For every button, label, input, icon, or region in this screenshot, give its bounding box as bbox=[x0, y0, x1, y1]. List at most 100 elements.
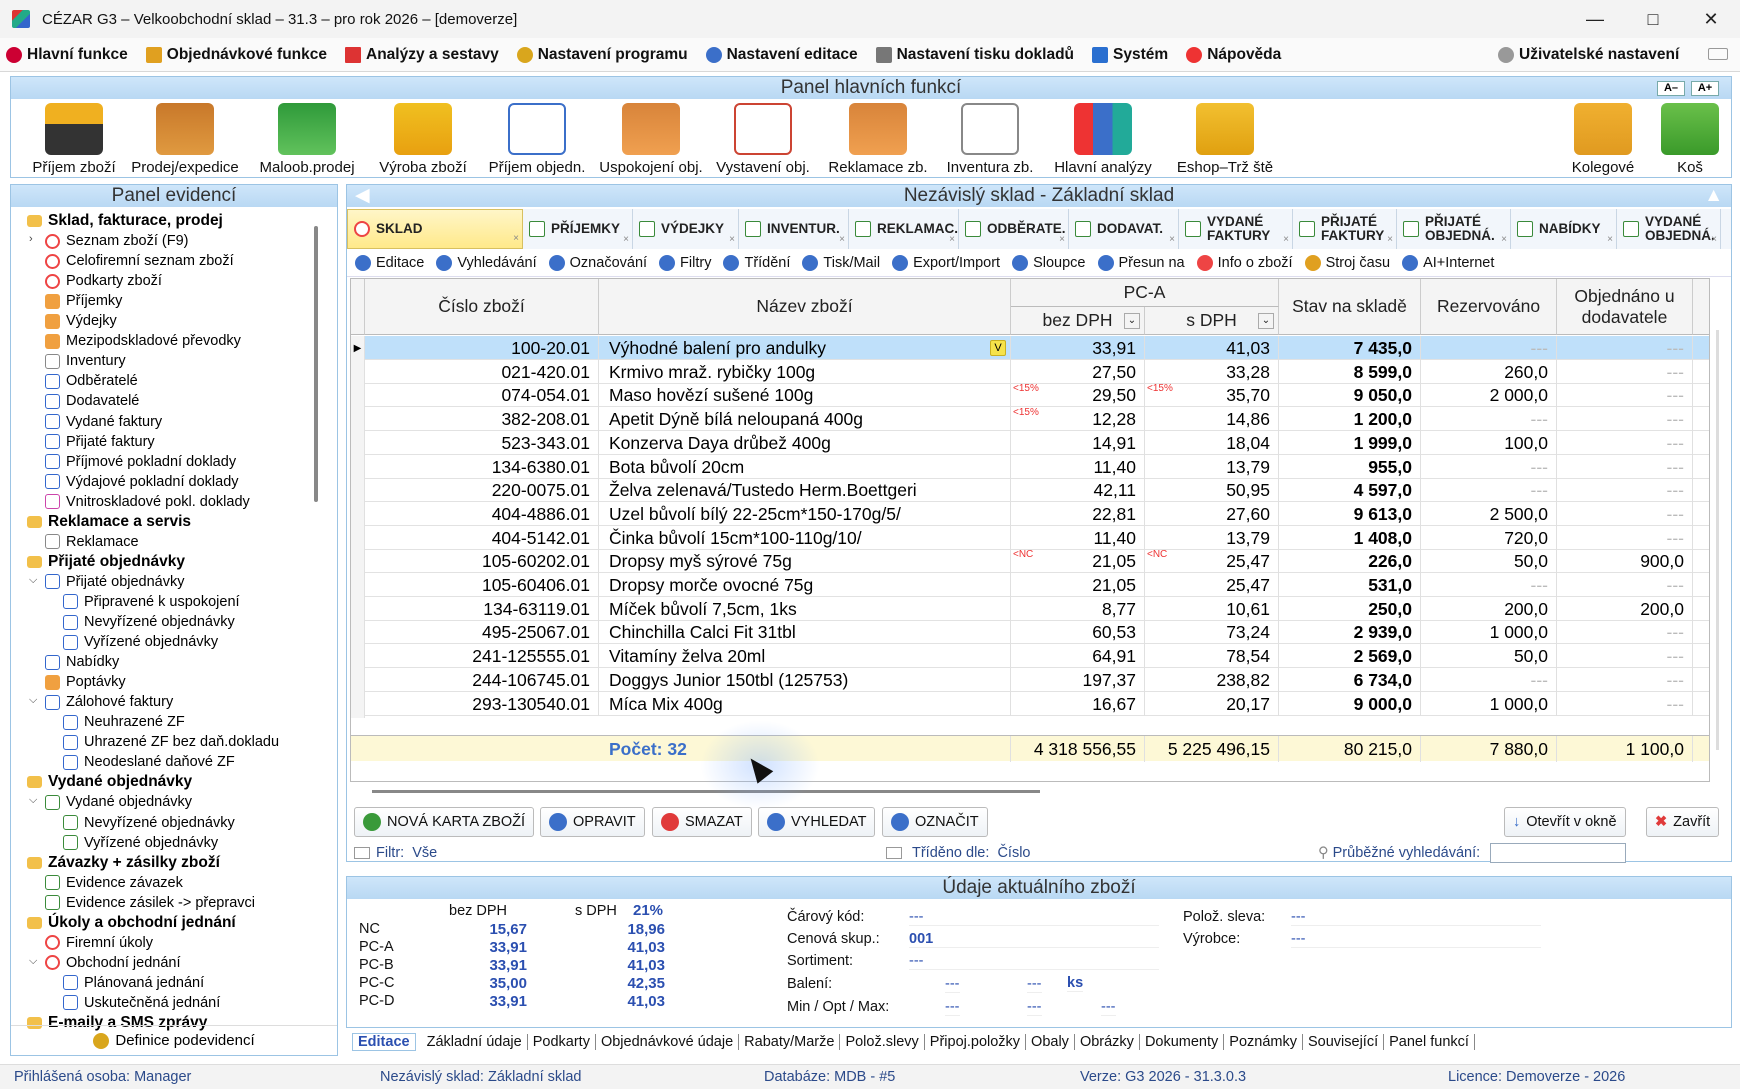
tree-item[interactable]: Příjemky bbox=[45, 291, 122, 311]
row-indicator[interactable] bbox=[351, 573, 365, 599]
action-0[interactable]: Editace bbox=[355, 254, 424, 271]
tree-item[interactable]: Neodeslané daňové ZF bbox=[63, 752, 235, 772]
new-card-button[interactable]: NOVÁ KARTA ZBOŽÍ bbox=[354, 807, 535, 837]
detail-tab-1[interactable]: Základní údaje bbox=[422, 1034, 528, 1050]
row-indicator[interactable] bbox=[351, 454, 365, 481]
table-row[interactable]: 134-63119.01 Míček bůvolí 7,5cm, 1ks 8,77 1… bbox=[351, 596, 1709, 623]
tab-close-icon[interactable]: × bbox=[949, 233, 955, 247]
tool-goods-receipt[interactable]: Příjem zboží bbox=[29, 103, 119, 176]
tree-item[interactable]: Nevyřízené objednávky bbox=[63, 813, 235, 833]
row-indicator[interactable] bbox=[351, 691, 365, 718]
row-indicator[interactable] bbox=[351, 596, 365, 623]
tree-group[interactable]: Sklad, fakturace, prodej bbox=[27, 211, 223, 231]
row-indicator[interactable] bbox=[351, 407, 365, 434]
tree-item[interactable]: Výdajové pokladní doklady bbox=[45, 472, 239, 492]
dropdown-arrow-icon[interactable]: ⌄ bbox=[1124, 313, 1140, 329]
detail-tab-10[interactable]: Poznámky bbox=[1224, 1034, 1303, 1050]
tab-7[interactable]: VYDANÉ FAKTURY × bbox=[1179, 209, 1293, 249]
close-button[interactable]: ✖ Zavřít bbox=[1646, 807, 1720, 837]
detail-tab-0[interactable]: Editace bbox=[352, 1033, 416, 1051]
tree-item[interactable]: Vydané objednávky bbox=[45, 792, 192, 812]
tree-item[interactable]: Celofiremní seznam zboží bbox=[45, 251, 234, 271]
tree-item[interactable]: Evidence zásilek -> přepravci bbox=[45, 893, 255, 913]
delete-button[interactable]: SMAZAT bbox=[652, 807, 752, 837]
tree-item[interactable]: Plánovaná jednání bbox=[63, 973, 204, 993]
tab-1[interactable]: PŘÍJEMKY × bbox=[523, 209, 633, 249]
tree-expander-icon[interactable]: ⌵ bbox=[29, 955, 37, 968]
tree-item[interactable]: Přijaté objednávky bbox=[45, 572, 185, 592]
tab-4[interactable]: REKLAMAC. × bbox=[849, 209, 959, 249]
tab-close-icon[interactable]: × bbox=[1607, 233, 1613, 247]
tab-8[interactable]: PŘIJATÉ FAKTURY × bbox=[1293, 209, 1397, 249]
row-indicator[interactable]: ▶ bbox=[351, 336, 365, 362]
table-row[interactable]: 021-420.01 Krmivo mraž. rybičky 100g 27,50… bbox=[351, 359, 1709, 386]
col-header-name[interactable]: Název zboží bbox=[599, 279, 1011, 335]
table-vertical-scrollbar[interactable] bbox=[1716, 330, 1719, 750]
row-indicator[interactable] bbox=[351, 644, 365, 671]
row-indicator[interactable] bbox=[351, 549, 365, 576]
tab-9[interactable]: PŘIJATÉ OBJEDNÁ. × bbox=[1397, 209, 1511, 249]
tab-5[interactable]: ODBĚRATE. × bbox=[959, 209, 1069, 249]
detail-tab-12[interactable]: Panel funkcí bbox=[1384, 1034, 1475, 1050]
menu-order-functions[interactable]: Objednávkové funkce bbox=[145, 46, 327, 64]
row-indicator[interactable] bbox=[351, 383, 365, 410]
tree-item[interactable]: Vydané faktury bbox=[45, 412, 162, 432]
col-header-net[interactable]: bez DPH ⌄ bbox=[1011, 307, 1145, 335]
table-row[interactable]: 382-208.01 Apetit Dýně bílá neloupaná 400… bbox=[351, 407, 1709, 434]
tree-item[interactable]: Evidence závazek bbox=[45, 873, 183, 893]
table-row[interactable]: 074-054.01 Maso hovězí sušené 100g 29,50 <1… bbox=[351, 383, 1709, 410]
tool-retail-sale[interactable]: Maloob.prodej bbox=[251, 103, 363, 176]
tool-order-receipt[interactable]: Příjem objedn. bbox=[481, 103, 593, 176]
font-decrease-button[interactable]: A– bbox=[1657, 81, 1685, 96]
menu-edit-settings[interactable]: Nastavení editace bbox=[705, 46, 858, 64]
tree-expander-icon[interactable]: ⌵ bbox=[29, 574, 37, 587]
tab-close-icon[interactable]: × bbox=[1169, 233, 1175, 247]
tree-item[interactable]: Vyřízené objednávky bbox=[63, 632, 218, 652]
action-11[interactable]: AI+Internet bbox=[1402, 254, 1494, 271]
action-9[interactable]: Info o zboží bbox=[1196, 254, 1293, 271]
table-row[interactable]: 241-125555.01 Vitamíny želva 20ml 64,91 78,… bbox=[351, 644, 1709, 671]
row-indicator[interactable] bbox=[351, 501, 365, 528]
col-header-ordered[interactable]: Objednáno u dodavatele bbox=[1557, 279, 1693, 335]
tab-close-icon[interactable]: × bbox=[1059, 233, 1065, 247]
row-indicator[interactable] bbox=[351, 478, 365, 505]
detail-tab-2[interactable]: Podkarty bbox=[528, 1034, 596, 1050]
variant-badge[interactable]: V bbox=[990, 340, 1006, 356]
tool-order-fulfilment[interactable]: Uspokojení obj. bbox=[595, 103, 707, 176]
detail-tab-5[interactable]: Polož.slevy bbox=[840, 1034, 925, 1050]
table-row[interactable]: 404-4886.01 Uzel bůvolí bílý 22-25cm*150-… bbox=[351, 501, 1709, 528]
open-in-window-button[interactable]: ↓ Otevřít v okně bbox=[1504, 807, 1626, 837]
detail-tab-7[interactable]: Obaly bbox=[1026, 1034, 1075, 1050]
row-indicator[interactable] bbox=[351, 667, 365, 694]
tree-item[interactable]: Nevyřízené objednávky bbox=[63, 612, 235, 632]
tab-close-icon[interactable]: × bbox=[1387, 233, 1393, 247]
action-8[interactable]: Přesun na bbox=[1097, 254, 1185, 271]
tree-expander-icon[interactable]: ⌵ bbox=[29, 694, 37, 707]
tree-group[interactable]: Přijaté objednávky bbox=[27, 552, 185, 572]
action-3[interactable]: Filtry bbox=[659, 254, 711, 271]
tree-item[interactable]: Zálohové faktury bbox=[45, 692, 173, 712]
menu-program-settings[interactable]: Nastavení programu bbox=[516, 46, 688, 64]
edit-button[interactable]: OPRAVIT bbox=[540, 807, 645, 837]
table-horizontal-scrollbar[interactable] bbox=[372, 790, 1040, 793]
tab-close-icon[interactable]: × bbox=[1283, 233, 1289, 247]
detail-tab-8[interactable]: Obrázky bbox=[1075, 1034, 1140, 1050]
tab-6[interactable]: DODAVAT. × bbox=[1069, 209, 1179, 249]
menu-analyses[interactable]: Analýzy a sestavy bbox=[345, 46, 499, 64]
tree-group[interactable]: Závazky + zásilky zboží bbox=[27, 853, 220, 873]
detail-tab-11[interactable]: Související bbox=[1303, 1034, 1385, 1050]
tree-item[interactable]: Obchodní jednání bbox=[45, 953, 180, 973]
action-7[interactable]: Sloupce bbox=[1012, 254, 1086, 271]
action-2[interactable]: Označování bbox=[548, 254, 647, 271]
menu-help[interactable]: Nápověda bbox=[1186, 46, 1281, 64]
tree-item[interactable]: Neuhrazené ZF bbox=[63, 712, 185, 732]
action-4[interactable]: Třídění bbox=[723, 254, 790, 271]
tab-close-icon[interactable]: × bbox=[839, 233, 845, 247]
tree-item[interactable]: Inventury bbox=[45, 351, 126, 371]
table-row[interactable]: 105-60202.01 Dropsy myš sýrové 75g 21,05 <N… bbox=[351, 549, 1709, 576]
maximize-button[interactable]: □ bbox=[1624, 0, 1682, 38]
tree-item[interactable]: Uskutečněná jednání bbox=[63, 993, 220, 1013]
table-row[interactable]: 105-60406.01 Dropsy morče ovocné 75g 21,05… bbox=[351, 573, 1709, 599]
tree-group[interactable]: Reklamace a servis bbox=[27, 512, 191, 532]
table-row[interactable]: 293-130540.01 Míca Mix 400g 16,67 20,17 9 00… bbox=[351, 691, 1709, 718]
